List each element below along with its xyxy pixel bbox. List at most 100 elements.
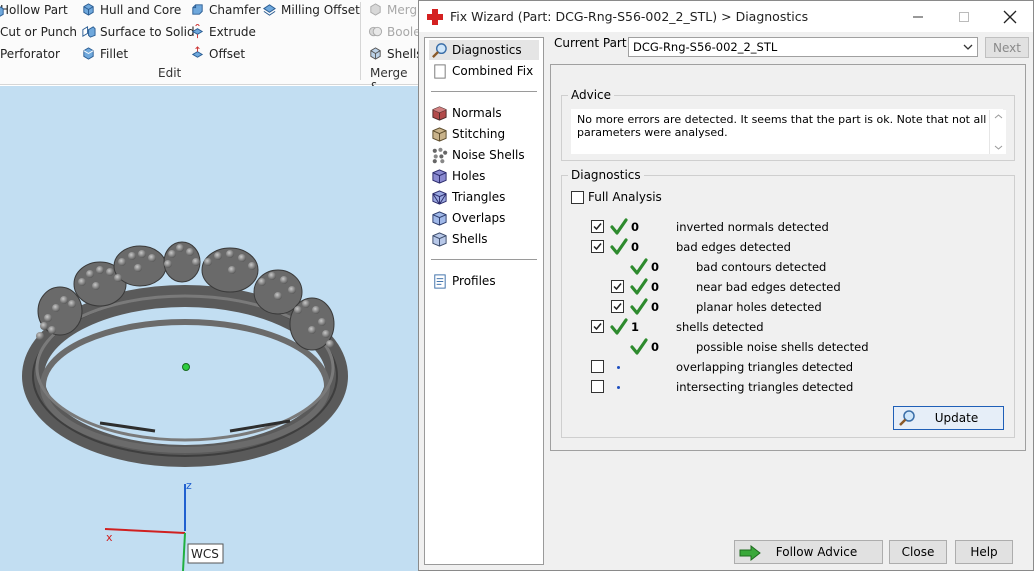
checkmark-icon <box>593 323 602 331</box>
current-part-select[interactable]: DCG-Rng-S56-002_2_STL <box>628 37 978 57</box>
hull-and-core-button[interactable]: Hull and Core <box>81 2 181 17</box>
nav-shells[interactable]: Shells <box>429 229 488 249</box>
next-button[interactable]: Next <box>985 37 1029 58</box>
diagnostic-row-noise-shells: 0 possible noise shells detected <box>562 338 1002 356</box>
diagnostic-row-bad-contours: 0 bad contours detected <box>562 258 1002 276</box>
diagnostic-row-overlapping-triangles: overlapping triangles detected <box>562 358 1002 376</box>
near-bad-edges-checkbox[interactable] <box>611 280 624 293</box>
maximize-icon <box>959 11 969 22</box>
nav-profiles[interactable]: Profiles <box>429 271 496 291</box>
nav-separator <box>431 91 537 92</box>
diagnostic-row-shells: 1 shells detected <box>562 318 1002 336</box>
surface-to-solid-button[interactable]: Surface to Solid <box>81 24 195 39</box>
diagnostics-legend: Diagnostics <box>568 168 644 182</box>
combined-fix-icon <box>434 63 446 79</box>
axis-z-label: z <box>186 479 192 492</box>
shells-button[interactable]: Shells <box>368 46 423 61</box>
3d-viewport[interactable]: z x WCS <box>0 86 418 571</box>
chamfer-button[interactable]: Chamfer <box>190 2 261 17</box>
close-button[interactable]: Close <box>889 540 947 564</box>
nav-stitching[interactable]: Stitching <box>429 124 505 144</box>
checkmark-icon <box>593 223 602 231</box>
merge-button[interactable]: Merg <box>368 2 417 17</box>
chevron-down-icon <box>963 44 973 50</box>
overlapping-triangles-checkbox[interactable] <box>591 360 604 373</box>
dialog-titlebar[interactable]: Fix Wizard (Part: DCG-Rng-S56-002_2_STL)… <box>419 1 1033 32</box>
update-label: Update <box>934 411 979 425</box>
inverted-normals-checkbox[interactable] <box>591 220 604 233</box>
hollow-part-button[interactable]: Hollow Part <box>0 3 68 17</box>
nav-combined-fix[interactable]: Combined Fix <box>429 61 533 81</box>
planar-holes-checkbox[interactable] <box>611 300 624 313</box>
milling-offset-icon <box>263 4 276 16</box>
nav-holes[interactable]: Holes <box>429 166 485 186</box>
maximize-button[interactable] <box>941 1 987 32</box>
green-check-icon <box>610 318 628 335</box>
help-button[interactable]: Help <box>955 540 1013 564</box>
overlaps-cube-icon <box>432 210 447 226</box>
green-check-icon <box>630 258 648 275</box>
advice-legend: Advice <box>568 88 615 102</box>
minimize-icon <box>913 16 923 17</box>
bad-contours-label: bad contours detected <box>696 260 827 274</box>
fillet-button[interactable]: Fillet <box>81 46 128 61</box>
nav-label: Holes <box>452 169 486 183</box>
close-icon <box>1003 10 1017 23</box>
inverted-normals-count: 0 <box>631 220 640 234</box>
bad-edges-checkbox[interactable] <box>591 240 604 253</box>
chamfer-icon <box>192 4 203 15</box>
diagnostics-panel: Advice No more errors are detected. It s… <box>550 64 1026 451</box>
nav-label: Diagnostics <box>452 43 522 57</box>
update-button[interactable]: Update <box>893 406 1004 430</box>
boolean-button[interactable]: Boole <box>368 24 421 39</box>
ribbon-item-label: Milling Offset <box>281 2 360 17</box>
diagnostics-group: Diagnostics Full Analysis 0 inverted nor… <box>561 168 1015 438</box>
shells-label: shells detected <box>676 320 764 334</box>
milling-offset-button[interactable]: Milling Offset <box>262 2 360 17</box>
nav-normals[interactable]: Normals <box>429 103 502 123</box>
follow-advice-label: Follow Advice <box>775 545 858 559</box>
close-window-button[interactable] <box>987 1 1033 32</box>
nav-noise-shells[interactable]: Noise Shells <box>429 145 525 165</box>
offset-button[interactable]: Offset <box>190 46 245 61</box>
ring-model[interactable]: z x WCS <box>0 86 418 571</box>
nav-triangles[interactable]: Triangles <box>429 187 505 207</box>
diagnostic-row-intersecting-triangles: intersecting triangles detected <box>562 378 1002 396</box>
green-check-icon <box>630 298 648 315</box>
green-check-icon <box>610 218 628 235</box>
full-analysis-checkbox[interactable] <box>571 191 584 204</box>
nav-label: Profiles <box>452 274 496 288</box>
diagnostic-row-near-bad-edges: 0 near bad edges detected <box>562 278 1002 296</box>
origin-marker <box>182 363 190 371</box>
holes-cube-icon <box>432 168 447 184</box>
x-axis <box>104 528 186 534</box>
follow-advice-button[interactable]: Follow Advice <box>734 540 883 564</box>
minimize-button[interactable] <box>895 1 941 32</box>
green-check-icon <box>610 238 628 255</box>
nav-diagnostics[interactable]: Diagnostics <box>429 40 539 60</box>
nav-separator <box>431 259 537 260</box>
advice-text: No more errors are detected. It seems th… <box>571 109 1003 154</box>
ribbon-item-label: Merg <box>387 2 418 17</box>
planar-holes-count: 0 <box>651 300 660 314</box>
wcs-label: WCS <box>191 547 219 561</box>
ribbon-item-label: Offset <box>209 46 246 61</box>
nav-label: Normals <box>452 106 502 120</box>
surface-to-solid-icon <box>82 25 96 38</box>
advice-group: Advice No more errors are detected. It s… <box>561 88 1015 161</box>
intersecting-triangles-checkbox[interactable] <box>591 380 604 393</box>
extrude-button[interactable]: Extrude <box>190 24 256 39</box>
current-part-value: DCG-Rng-S56-002_2_STL <box>633 40 778 54</box>
stitching-cube-icon <box>432 126 447 142</box>
cut-or-punch-button[interactable]: Cut or Punch <box>0 25 77 39</box>
shells-cube-icon <box>432 231 447 247</box>
nav-overlaps[interactable]: Overlaps <box>429 208 505 228</box>
ribbon-item-label: Cut or Punch <box>0 25 78 39</box>
ribbon-item-label: Extrude <box>209 24 256 39</box>
perforator-button[interactable]: Perforator <box>0 47 60 61</box>
ribbon-toolbar: Hollow Part Cut or Punch Perforator Hull… <box>0 0 423 94</box>
fillet-icon <box>83 47 94 60</box>
shells-checkbox[interactable] <box>591 320 604 333</box>
ribbon-item-label: Chamfer <box>209 2 261 17</box>
advice-scrollbar[interactable] <box>989 110 1006 154</box>
